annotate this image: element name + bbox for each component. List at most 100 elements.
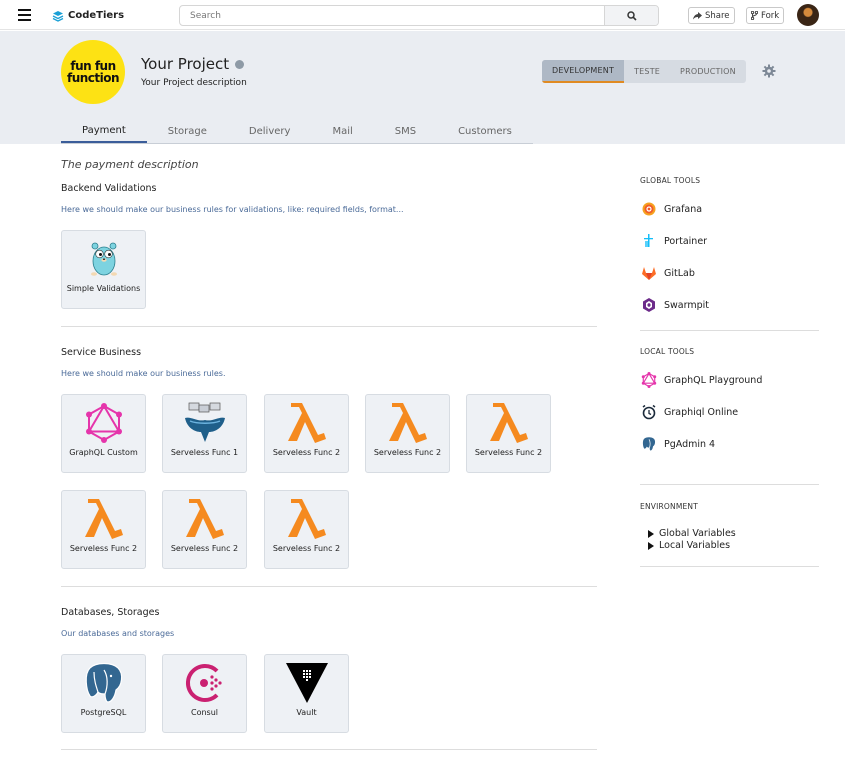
tool-link-grafana[interactable]: Grafana xyxy=(640,200,702,218)
section-divider xyxy=(61,749,597,750)
env-var-label: Local Variables xyxy=(659,540,731,551)
section-subtitle-databases: Our databases and storages xyxy=(61,629,175,638)
local-variables-toggle[interactable]: Local Variables xyxy=(648,540,730,551)
service-card-label: Serveless Func 1 xyxy=(170,448,239,457)
environment-heading: ENVIRONMENT xyxy=(640,502,699,511)
lambda-icon xyxy=(489,403,528,443)
service-card-label: Serveless Func 2 xyxy=(69,544,138,553)
environment-switcher: DEVELOPMENT TESTE PRODUCTION xyxy=(542,60,746,83)
tab-sms[interactable]: SMS xyxy=(374,120,437,143)
service-card[interactable]: Serveless Func 1 xyxy=(162,394,247,473)
fork-label: Fork xyxy=(761,10,780,21)
openwhisk-icon xyxy=(184,402,225,442)
fork-icon xyxy=(751,11,758,20)
service-card[interactable]: Serveless Func 2 xyxy=(264,490,349,569)
project-title: Your Project xyxy=(141,55,230,73)
verified-icon xyxy=(235,59,245,69)
swarmpit-icon xyxy=(642,298,655,312)
search-button[interactable] xyxy=(604,6,658,25)
service-card[interactable]: Serveless Func 2 xyxy=(162,490,247,569)
sidebar-divider xyxy=(640,566,819,567)
tab-storage[interactable]: Storage xyxy=(147,120,228,143)
lambda-icon xyxy=(388,403,427,443)
fork-button[interactable]: Fork xyxy=(746,7,785,24)
user-avatar[interactable] xyxy=(797,4,819,26)
env-production-button[interactable]: PRODUCTION xyxy=(670,60,746,83)
top-navbar: CodeTiers Share Fork xyxy=(0,0,845,30)
share-icon xyxy=(693,11,702,19)
lambda-icon xyxy=(185,499,224,539)
settings-gear-icon[interactable] xyxy=(762,64,776,78)
section-subtitle-backend-validations: Here we should make our business rules f… xyxy=(61,205,404,214)
tool-link-gitlab[interactable]: GitLab xyxy=(640,264,695,282)
tab-customers[interactable]: Customers xyxy=(437,120,533,143)
tool-link-pgadmin[interactable]: PgAdmin 4 xyxy=(640,435,715,453)
graphql-icon xyxy=(641,372,656,388)
sidebar-divider xyxy=(640,330,819,331)
hamburger-menu-icon[interactable] xyxy=(18,9,31,21)
service-card-label: Serveless Func 2 xyxy=(474,448,543,457)
graphiql-icon xyxy=(642,404,655,420)
service-card[interactable]: Serveless Func 2 xyxy=(365,394,450,473)
tool-label: PgAdmin 4 xyxy=(664,438,716,450)
gopher-icon xyxy=(90,242,117,276)
service-card-label: Consul xyxy=(190,708,218,717)
service-card-label: Serveless Func 2 xyxy=(272,448,341,457)
postgresql-icon xyxy=(85,662,122,703)
tool-link-graphiql-online[interactable]: Graphiql Online xyxy=(640,403,738,421)
service-card-label: Serveless Func 2 xyxy=(373,448,442,457)
service-card[interactable]: Vault xyxy=(264,654,349,733)
global-variables-toggle[interactable]: Global Variables xyxy=(648,528,736,539)
brand-name: CodeTiers xyxy=(68,10,125,21)
sidebar-divider xyxy=(640,484,819,485)
gitlab-icon xyxy=(641,266,656,280)
tab-payment[interactable]: Payment xyxy=(61,120,147,143)
search-input[interactable] xyxy=(180,6,606,25)
tab-delivery[interactable]: Delivery xyxy=(228,120,312,143)
disclosure-triangle-icon xyxy=(648,529,654,538)
tool-link-swarmpit[interactable]: Swarmpit xyxy=(640,296,709,314)
disclosure-triangle-icon xyxy=(648,541,654,550)
project-header: fun fun function Your Project Your Proje… xyxy=(0,31,845,144)
section-tabs: Payment Storage Delivery Mail SMS Custom… xyxy=(61,120,533,144)
service-card-label: Vault xyxy=(296,708,317,717)
tool-link-graphql-playground[interactable]: GraphQL Playground xyxy=(640,371,762,389)
local-tools-heading: LOCAL TOOLS xyxy=(640,347,695,356)
service-card-label: Simple Validations xyxy=(66,284,141,293)
tool-label: Graphiql Online xyxy=(664,406,739,418)
payment-description: The payment description xyxy=(61,158,199,171)
service-card[interactable]: PostgreSQL xyxy=(61,654,146,733)
consul-icon xyxy=(185,663,222,702)
service-card-label: PostgreSQL xyxy=(80,708,127,717)
service-card[interactable]: Simple Validations xyxy=(61,230,146,309)
tool-link-portainer[interactable]: Portainer xyxy=(640,232,707,250)
env-development-button[interactable]: DEVELOPMENT xyxy=(542,60,625,83)
tool-label: GitLab xyxy=(664,267,695,279)
project-logo: fun fun function xyxy=(61,40,125,104)
tool-label: GraphQL Playground xyxy=(664,374,763,386)
service-card[interactable]: Consul xyxy=(162,654,247,733)
tab-mail[interactable]: Mail xyxy=(311,120,373,143)
section-title-service-business: Service Business xyxy=(61,347,142,358)
lambda-icon xyxy=(287,499,326,539)
layers-icon xyxy=(52,10,64,22)
share-button[interactable]: Share xyxy=(688,7,735,24)
service-card-label: GraphQL Custom xyxy=(69,448,138,457)
service-card[interactable]: GraphQL Custom xyxy=(61,394,146,473)
brand-logo[interactable]: CodeTiers xyxy=(52,9,124,22)
service-card[interactable]: Serveless Func 2 xyxy=(61,490,146,569)
tool-label: Portainer xyxy=(664,235,708,247)
section-title-databases: Databases, Storages xyxy=(61,607,160,618)
section-divider xyxy=(61,326,597,327)
service-card-label: Serveless Func 2 xyxy=(170,544,239,553)
search-icon xyxy=(626,10,637,21)
env-teste-button[interactable]: TESTE xyxy=(624,60,670,83)
service-card[interactable]: Serveless Func 2 xyxy=(466,394,551,473)
vault-icon xyxy=(285,663,328,703)
section-title-backend-validations: Backend Validations xyxy=(61,183,157,194)
service-card-label: Serveless Func 2 xyxy=(272,544,341,553)
tool-label: Swarmpit xyxy=(664,299,710,311)
lambda-icon xyxy=(84,499,123,539)
service-card[interactable]: Serveless Func 2 xyxy=(264,394,349,473)
lambda-icon xyxy=(287,403,326,443)
